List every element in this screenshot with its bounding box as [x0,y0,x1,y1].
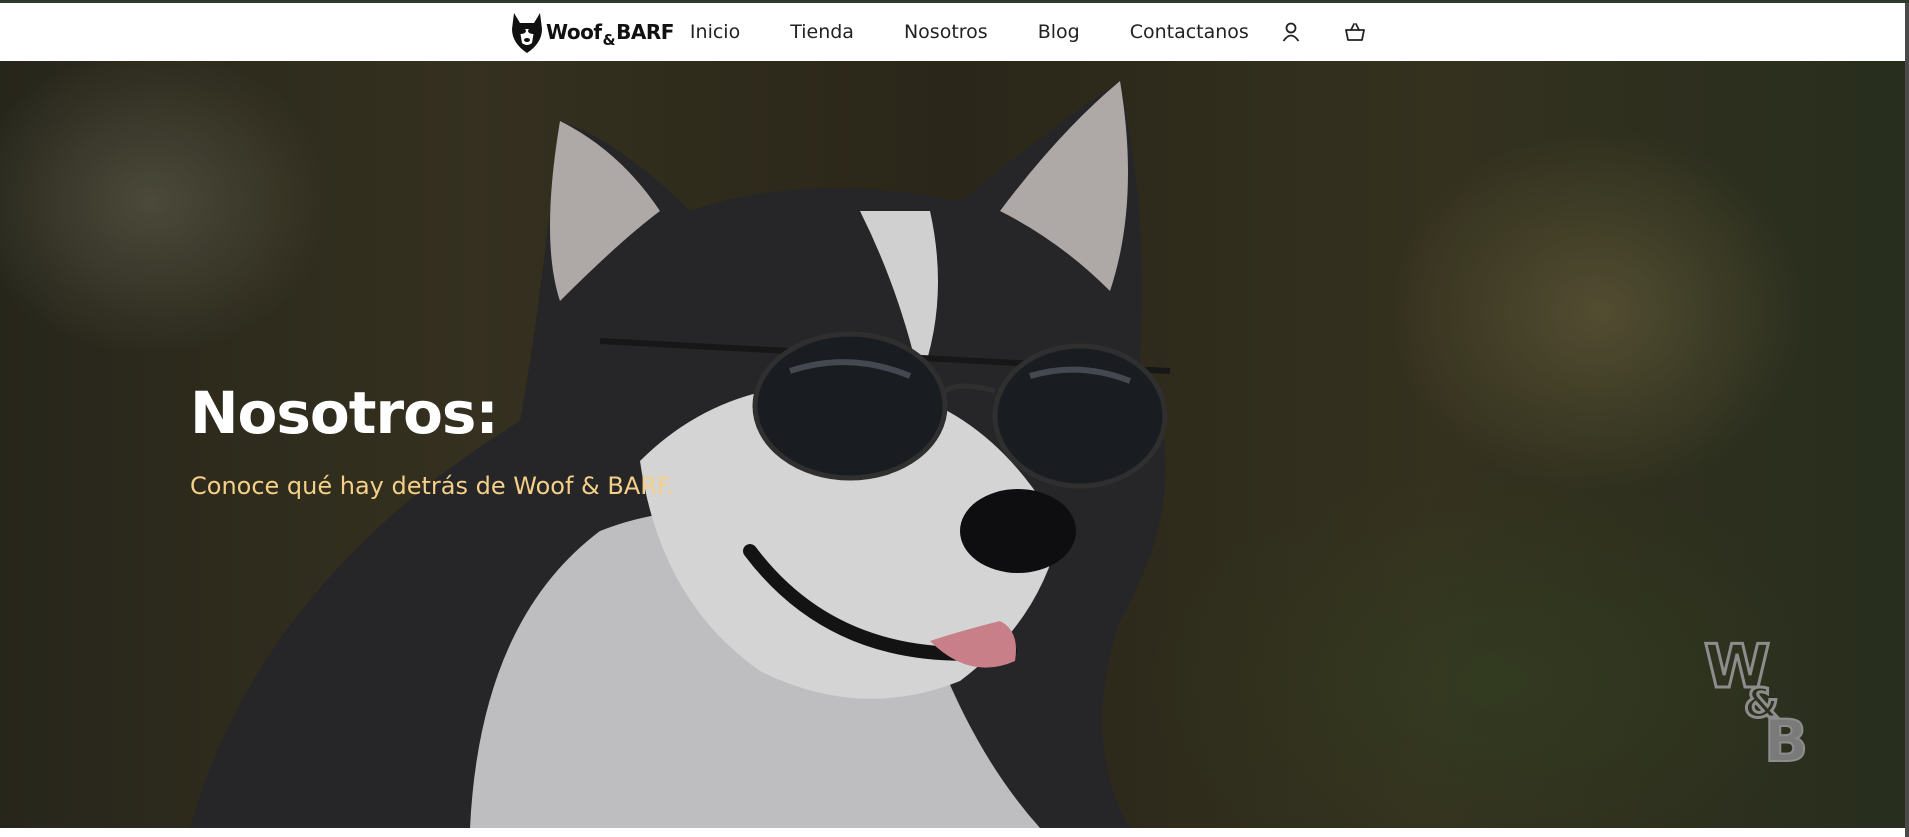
hero-banner: Nosotros: Conoce qué hay detrás de Woof … [0,61,1905,828]
brand-logo[interactable]: Woof&BARF [508,3,674,61]
user-icon[interactable] [1279,20,1303,44]
nav-item-nosotros[interactable]: Nosotros [904,21,988,43]
hero-subtitle: Conoce qué hay detrás de Woof & BARF. [190,472,675,500]
hero-title: Nosotros: [190,379,499,447]
nav-item-blog[interactable]: Blog [1038,21,1080,43]
logo-word-barf: BARF [616,20,674,44]
nav-item-tienda[interactable]: Tienda [790,21,854,43]
logo-ampersand: & [602,31,616,49]
wb-watermark-logo: W & B [1703,631,1810,766]
cart-icon[interactable] [1343,20,1367,44]
svg-text:B: B [1764,707,1808,766]
main-menu: Inicio Tienda Nosotros Blog Contactanos [690,21,1279,43]
logo-word-woof: Woof [546,20,602,44]
navbar-inner: Woof&BARF Inicio Tienda Nosotros Blog Co… [508,3,1394,61]
logo-text: Woof&BARF [546,20,674,49]
husky-logo-icon [512,13,542,53]
nav-item-inicio[interactable]: Inicio [690,21,740,43]
navbar: Woof&BARF Inicio Tienda Nosotros Blog Co… [0,3,1905,61]
bottom-strip [0,828,1905,837]
page-scrollbar[interactable] [1905,3,1909,837]
nav-item-contactanos[interactable]: Contactanos [1130,21,1249,43]
